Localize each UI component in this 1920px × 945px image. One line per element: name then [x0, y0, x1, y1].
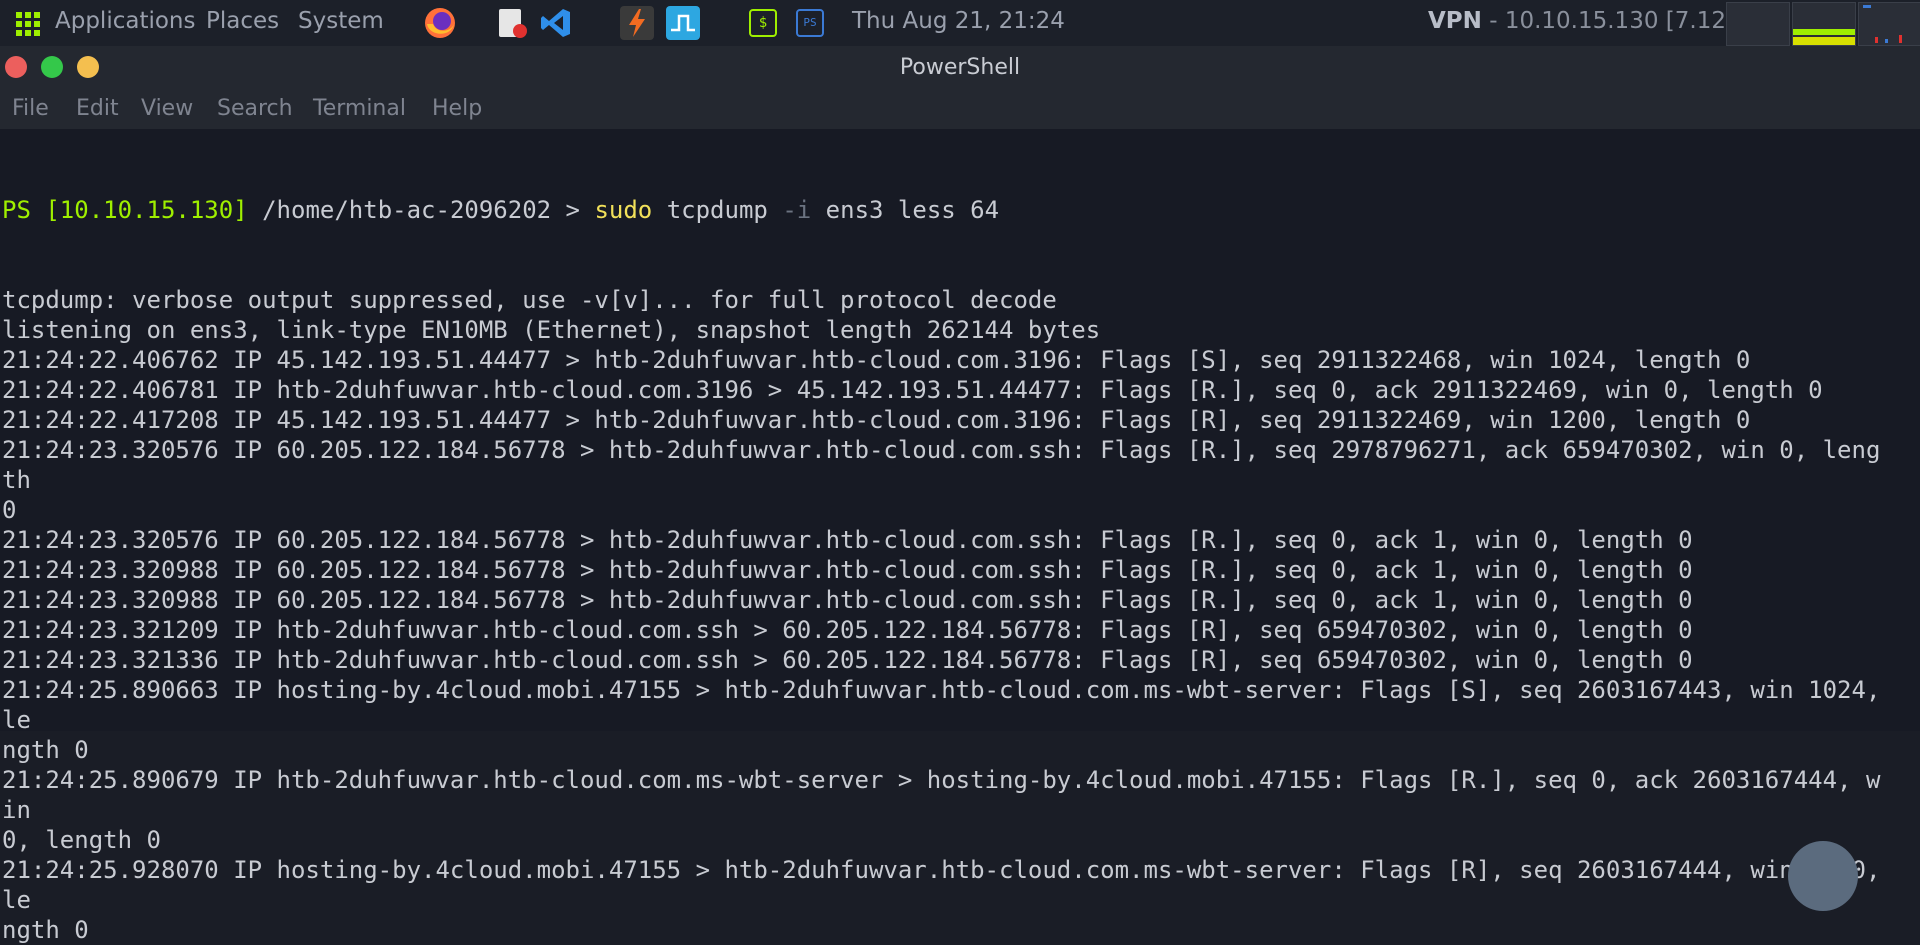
output-line: 21:24:25.928070 IP hosting-by.4cloud.mob…	[2, 856, 1895, 914]
window-titlebar[interactable]: PowerShell	[0, 46, 1920, 88]
powershell-icon[interactable]: PS	[796, 9, 824, 37]
output-line: 21:24:22.406762 IP 45.142.193.51.44477 >…	[2, 346, 1751, 374]
vpn-status: VPN - 10.10.15.130 [7.12 ms]	[1428, 8, 1777, 34]
output-line: tcpdump: verbose output suppressed, use …	[2, 286, 1057, 314]
prompt-path: /home/htb-ac-2096202 >	[262, 196, 580, 224]
vscode-icon[interactable]	[539, 6, 573, 40]
command-args: ens3 less 64	[825, 196, 1000, 224]
system-menu[interactable]: System	[298, 8, 384, 34]
menu-edit[interactable]: Edit	[76, 96, 119, 121]
window-title: PowerShell	[899, 55, 1021, 80]
memory-monitor-widget[interactable]	[1792, 2, 1856, 46]
menu-file[interactable]: File	[12, 96, 49, 121]
prompt-ip: [10.10.15.130]	[45, 196, 248, 224]
top-panel: Applications Places System $ PS Thu Aug …	[0, 0, 1920, 46]
avatar[interactable]	[1788, 841, 1858, 911]
output-line: listening on ens3, link-type EN10MB (Eth…	[2, 316, 1101, 344]
output-line: 21:24:23.320988 IP 60.205.122.184.56778 …	[2, 586, 1693, 614]
burp-icon[interactable]	[620, 6, 654, 40]
menu-terminal[interactable]: Terminal	[313, 96, 406, 121]
output-line: 21:24:22.417208 IP 45.142.193.51.44477 >…	[2, 406, 1751, 434]
terminal-icon[interactable]: $	[749, 9, 777, 37]
output-line: ngth 0	[2, 736, 89, 764]
command-sudo: sudo	[594, 196, 653, 224]
firefox-icon[interactable]	[423, 6, 457, 40]
terminal-menubar: File Edit View Search Terminal Help	[0, 88, 1920, 129]
places-menu[interactable]: Places	[206, 8, 279, 34]
output-line: 0	[2, 496, 17, 524]
menu-search[interactable]: Search	[217, 96, 293, 121]
command-flag: -i	[782, 196, 812, 224]
output-line: 21:24:23.320988 IP 60.205.122.184.56778 …	[2, 556, 1693, 584]
system-monitor-icon[interactable]	[666, 6, 700, 40]
cpu-monitor-widget[interactable]	[1726, 2, 1790, 46]
terminal-output: PS [10.10.15.130] /home/htb-ac-2096202 >…	[2, 135, 1892, 945]
vpn-label: VPN	[1428, 8, 1482, 34]
output-line: 21:24:25.890663 IP hosting-by.4cloud.mob…	[2, 676, 1895, 734]
output-line: 21:24:23.321336 IP htb-2duhfuwvar.htb-cl…	[2, 646, 1693, 674]
terminal-area[interactable]: PS [10.10.15.130] /home/htb-ac-2096202 >…	[0, 129, 1920, 944]
menu-view[interactable]: View	[141, 96, 193, 121]
prompt-line: PS [10.10.15.130] /home/htb-ac-2096202 >…	[2, 195, 1892, 225]
output-line: 21:24:23.320576 IP 60.205.122.184.56778 …	[2, 526, 1693, 554]
prompt-ps: PS	[2, 196, 31, 224]
output-line: 21:24:22.406781 IP htb-2duhfuwvar.htb-cl…	[2, 376, 1823, 404]
applications-menu[interactable]: Applications	[55, 8, 196, 34]
output-line: 0, length 0	[2, 826, 161, 854]
output-line: 21:24:23.321209 IP htb-2duhfuwvar.htb-cl…	[2, 616, 1693, 644]
output-line: ngth 0	[2, 916, 89, 944]
command-name: tcpdump	[666, 196, 768, 224]
applications-grid-icon[interactable]	[16, 12, 40, 36]
clock[interactable]: Thu Aug 21, 21:24	[852, 8, 1065, 34]
output-line: 21:24:25.890679 IP htb-2duhfuwvar.htb-cl…	[2, 766, 1881, 824]
menu-help[interactable]: Help	[432, 96, 482, 121]
output-line: 21:24:23.320576 IP 60.205.122.184.56778 …	[2, 436, 1881, 494]
network-monitor-widget[interactable]	[1858, 2, 1920, 46]
text-editor-icon[interactable]	[495, 6, 529, 40]
